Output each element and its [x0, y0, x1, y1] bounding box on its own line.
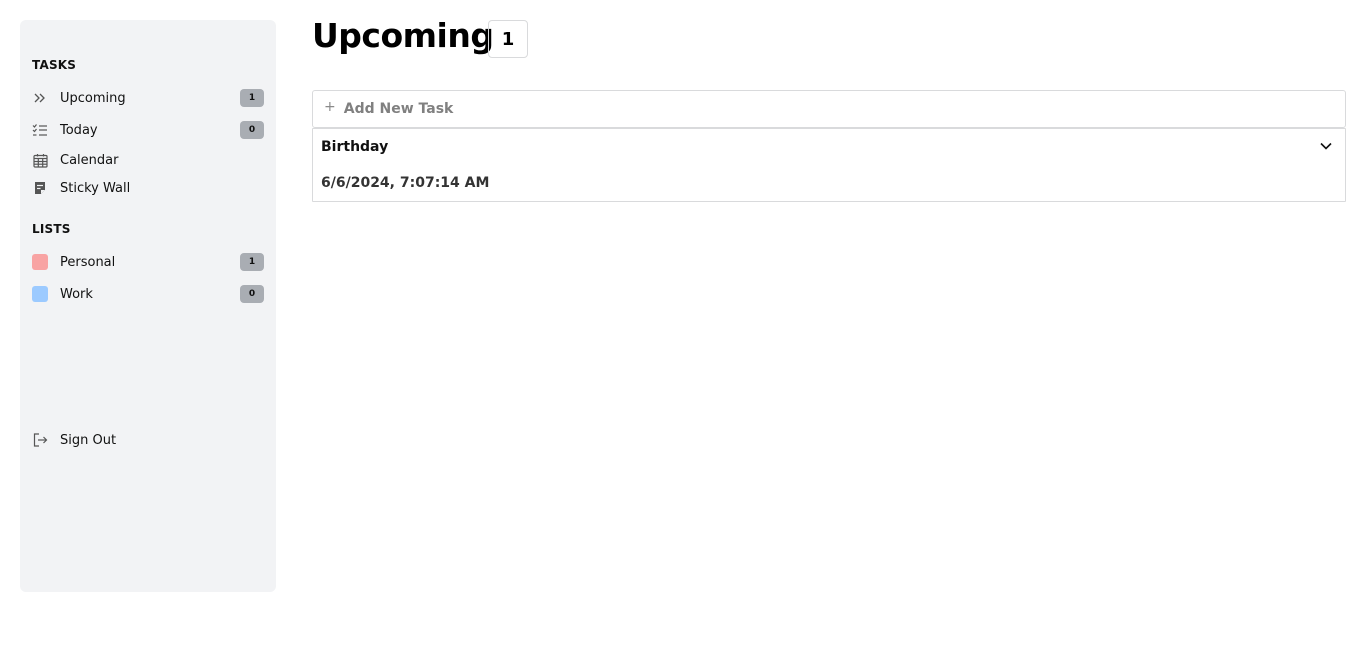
task-title: Birthday [321, 139, 389, 155]
lists-section-heading: LISTS [32, 222, 71, 236]
chevron-down-icon[interactable] [1317, 137, 1335, 155]
sidebar-item-today[interactable]: Today 0 [32, 118, 264, 142]
work-count-badge: 0 [240, 285, 264, 303]
double-chevron-right-icon [32, 90, 48, 106]
sidebar-item-work[interactable]: Work 0 [32, 282, 264, 306]
sticky-note-icon [32, 180, 48, 196]
sidebar-item-calendar[interactable]: Calendar [32, 148, 264, 172]
main-content: Upcoming 1 + Add New Task Birthday 6/6/2… [312, 0, 1346, 653]
sidebar-item-label: Upcoming [60, 90, 126, 106]
sidebar-item-label: Today [60, 122, 98, 138]
sidebar: TASKS Upcoming 1 Today 0 Calendar Sticky… [20, 20, 276, 592]
sign-out-label: Sign Out [60, 432, 117, 448]
calendar-icon [32, 152, 48, 168]
add-new-task-label: Add New Task [343, 101, 454, 117]
page-title: Upcoming [312, 16, 494, 55]
checklist-icon [32, 122, 48, 138]
upcoming-count-badge: 1 [240, 89, 264, 107]
add-new-task-button[interactable]: + Add New Task [312, 90, 1346, 128]
sidebar-item-personal[interactable]: Personal 1 [32, 250, 264, 274]
plus-icon: + [324, 99, 336, 115]
sidebar-item-label: Personal [60, 254, 116, 270]
personal-count-badge: 1 [240, 253, 264, 271]
sign-out-button[interactable]: Sign Out [32, 428, 264, 452]
title-count-badge: 1 [488, 20, 528, 58]
sidebar-item-label: Work [60, 286, 93, 302]
tasks-section-heading: TASKS [32, 58, 77, 72]
sign-out-icon [32, 432, 48, 448]
sidebar-item-sticky-wall[interactable]: Sticky Wall [32, 176, 264, 200]
today-count-badge: 0 [240, 121, 264, 139]
personal-list-color [32, 254, 48, 270]
task-item[interactable]: Birthday 6/6/2024, 7:07:14 AM [312, 128, 1346, 202]
sidebar-item-label: Calendar [60, 152, 119, 168]
sidebar-item-upcoming[interactable]: Upcoming 1 [32, 86, 264, 110]
sidebar-item-label: Sticky Wall [60, 180, 131, 196]
work-list-color [32, 286, 48, 302]
task-date: 6/6/2024, 7:07:14 AM [321, 175, 490, 191]
